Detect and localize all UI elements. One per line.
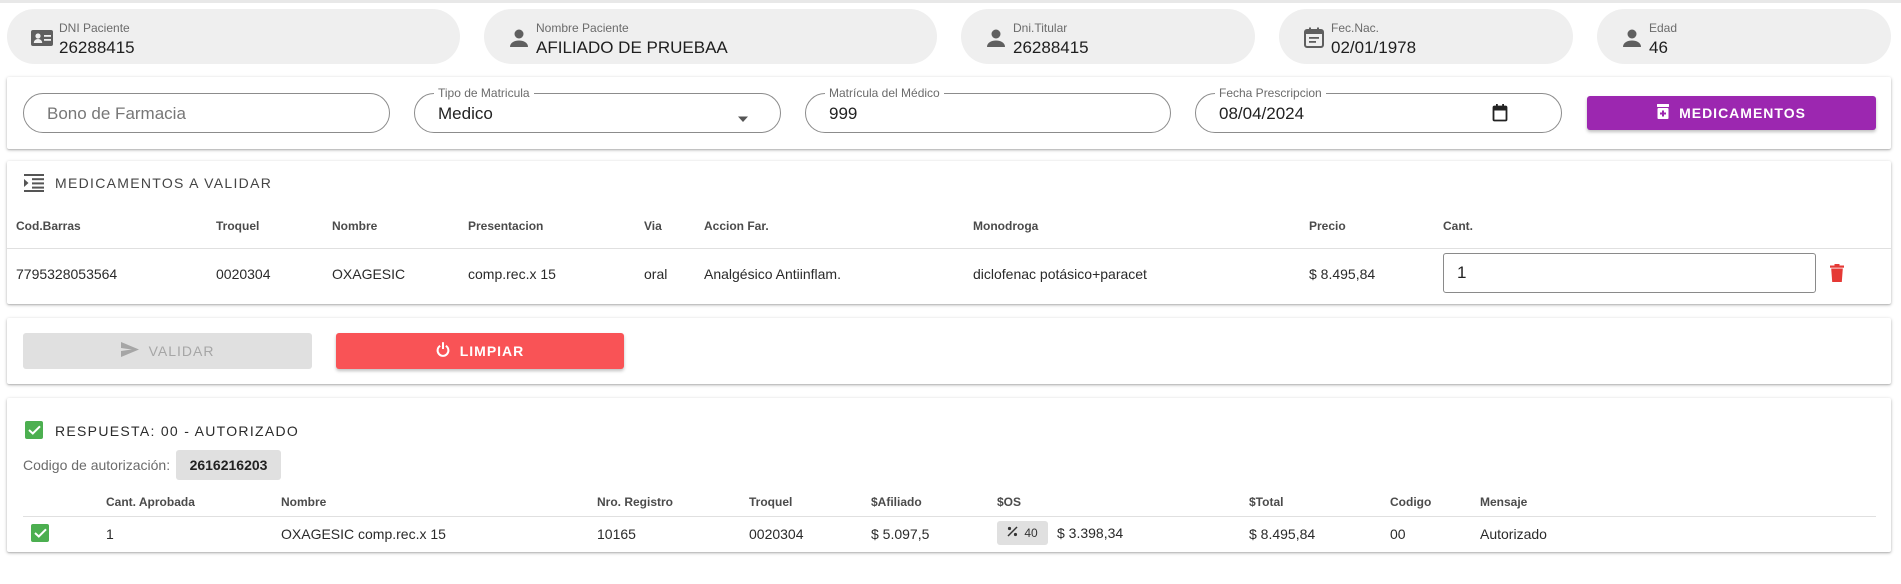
cell-cant-aprobada: 1	[106, 526, 114, 542]
col-total: $Total	[1249, 495, 1284, 509]
col-cant-aprobada: Cant. Aprobada	[106, 495, 195, 509]
col-nro-registro: Nro. Registro	[597, 495, 674, 509]
fec-nac-label: Fec.Nac.	[1331, 21, 1380, 35]
fecha-prescripcion-value: 08/04/2024	[1219, 104, 1305, 123]
limpiar-button-label: LIMPIAR	[459, 343, 525, 359]
cell-afiliado: $ 5.097,5	[871, 526, 930, 542]
medication-icon	[1657, 104, 1670, 122]
medicamentos-button-label: MEDICAMENTOS	[1679, 105, 1806, 121]
edad-label: Edad	[1649, 21, 1678, 35]
col-troquel: Troquel	[216, 219, 260, 233]
col-precio: Precio	[1309, 219, 1346, 233]
col-os: $OS	[997, 495, 1022, 509]
person-icon	[984, 27, 1008, 49]
matricula-medico-value: 999	[829, 104, 858, 123]
dni-paciente-label: DNI Paciente	[59, 21, 130, 35]
col-cant: Cant.	[1443, 219, 1473, 233]
top-divider	[0, 0, 1901, 3]
fecha-prescripcion-label: Fecha Prescripcion	[1215, 86, 1326, 100]
pill-dni-titular: Dni.Titular 26288415	[961, 9, 1255, 64]
cell-cod-barras: 7795328053564	[16, 266, 118, 282]
col-codigo: Codigo	[1390, 495, 1432, 509]
tipo-matricula-value: Medico	[438, 104, 493, 123]
col-via: Via	[644, 219, 662, 233]
id-card-icon	[30, 27, 54, 49]
os-percent-value: 40	[1024, 526, 1038, 540]
col-cod-barras: Cod.Barras	[16, 219, 81, 233]
send-icon	[120, 342, 139, 360]
restart-icon	[436, 342, 450, 360]
person-icon	[1620, 27, 1644, 49]
col-nombre: Nombre	[332, 219, 378, 233]
percent-icon	[1007, 526, 1018, 540]
pill-nombre-paciente: Nombre Paciente AFILIADO DE PRUEBAA	[484, 9, 937, 64]
dni-paciente-value: 26288415	[59, 38, 135, 57]
pill-edad: Edad 46	[1597, 9, 1891, 64]
os-percent-chip: 40	[997, 521, 1048, 545]
calendar-icon[interactable]	[1492, 104, 1508, 127]
col-resp-nombre: Nombre	[281, 495, 327, 509]
matricula-medico-input[interactable]: Matrícula del Médico 999	[805, 86, 1171, 133]
col-presentacion: Presentacion	[468, 219, 544, 233]
cell-codigo: 00	[1390, 526, 1406, 542]
tipo-matricula-select[interactable]: Tipo de Matricula Medico	[414, 86, 781, 133]
delete-icon[interactable]	[1830, 264, 1844, 287]
respuesta-table-divider	[23, 516, 1876, 517]
cantidad-input[interactable]: 1	[1443, 253, 1816, 293]
bono-farmacia-placeholder: Bono de Farmacia	[47, 104, 186, 123]
calendar-icon	[1302, 27, 1326, 49]
cantidad-value: 1	[1457, 263, 1467, 282]
fecha-prescripcion-input[interactable]: Fecha Prescripcion 08/04/2024	[1195, 86, 1562, 133]
cell-nombre: OXAGESIC	[332, 266, 406, 282]
cell-nro-registro: 10165	[597, 526, 636, 542]
nombre-paciente-value: AFILIADO DE PRUEBAA	[536, 38, 728, 57]
cell-precio: $ 8.495,84	[1309, 266, 1376, 282]
bono-farmacia-input[interactable]: Bono de Farmacia	[23, 93, 390, 133]
cell-mensaje: Autorizado	[1480, 526, 1547, 542]
validar-button-label: VALIDAR	[148, 343, 215, 359]
table-divider	[7, 248, 1891, 249]
col-accion-far: Accion Far.	[704, 219, 769, 233]
pill-fecha-nacimiento: Fec.Nac. 02/01/1978	[1279, 9, 1573, 64]
edad-value: 46	[1649, 38, 1668, 57]
approved-check-icon	[31, 524, 49, 542]
medicamentos-title: MEDICAMENTOS A VALIDAR	[55, 175, 273, 191]
cell-via: oral	[644, 266, 668, 282]
medicamentos-button[interactable]: MEDICAMENTOS	[1587, 96, 1876, 130]
validar-button[interactable]: VALIDAR	[23, 333, 312, 369]
col-mensaje: Mensaje	[1480, 495, 1528, 509]
cell-resp-nombre: OXAGESIC comp.rec.x 15	[281, 526, 446, 542]
cell-accion-far: Analgésico Antiinflam.	[704, 266, 841, 282]
cell-resp-troquel: 0020304	[749, 526, 804, 542]
cell-presentacion: comp.rec.x 15	[468, 266, 556, 282]
matricula-medico-label: Matrícula del Médico	[825, 86, 944, 100]
tipo-matricula-label: Tipo de Matricula	[434, 86, 534, 100]
codigo-autorizacion-label: Codigo de autorización:	[23, 457, 171, 473]
cell-troquel: 0020304	[216, 266, 271, 282]
nombre-paciente-label: Nombre Paciente	[536, 21, 629, 35]
cell-os: $ 3.398,34	[1057, 525, 1124, 541]
cell-monodroga: diclofenac potásico+paracet	[973, 266, 1147, 282]
cell-total: $ 8.495,84	[1249, 526, 1316, 542]
list-indent-icon	[24, 174, 44, 197]
respuesta-title: RESPUESTA: 00 - AUTORIZADO	[55, 423, 300, 439]
col-resp-troquel: Troquel	[749, 495, 793, 509]
dni-titular-label: Dni.Titular	[1013, 21, 1068, 35]
col-monodroga: Monodroga	[973, 219, 1039, 233]
pill-dni-paciente: DNI Paciente 26288415	[7, 9, 460, 64]
person-icon	[507, 27, 531, 49]
col-afiliado: $Afiliado	[871, 495, 922, 509]
dni-titular-value: 26288415	[1013, 38, 1089, 57]
fec-nac-value: 02/01/1978	[1331, 38, 1417, 57]
dropdown-arrow-icon	[737, 110, 749, 128]
limpiar-button[interactable]: LIMPIAR	[336, 333, 624, 369]
check-icon	[25, 421, 43, 439]
codigo-autorizacion-value: 2616216203	[176, 450, 281, 480]
